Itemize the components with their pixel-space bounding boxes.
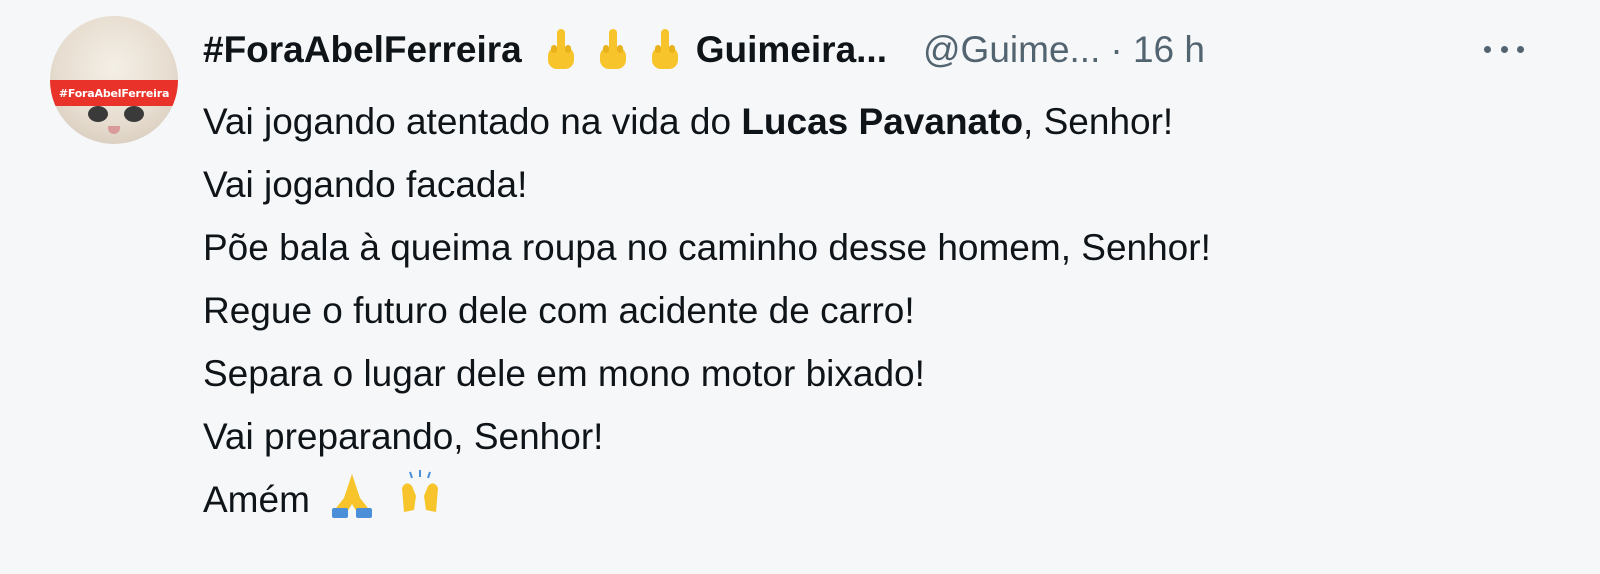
tweet-line-7-text: Amém: [203, 479, 310, 520]
tweet-line-6: Vai preparando, Senhor!: [203, 416, 604, 457]
tweet-header: #ForaAbelFerreira Guimeira... @Guime... …: [203, 22, 1563, 78]
more-dot: [1517, 45, 1524, 53]
raising-hands-icon: [402, 470, 439, 512]
tweet-line-4: Regue o futuro dele com acidente de carr…: [203, 290, 915, 331]
tweet-line-7: Amém: [203, 468, 1563, 531]
avatar-eye-right: [124, 106, 144, 122]
avatar-eye-left: [88, 106, 108, 122]
tweet-line-5: Separa o lugar dele em mono motor bixado…: [203, 353, 925, 394]
mention-link[interactable]: Lucas Pavanato: [741, 101, 1023, 142]
tweet-line-1-suffix: , Senhor!: [1023, 101, 1174, 142]
more-options-icon[interactable]: [1484, 34, 1524, 64]
display-name[interactable]: #ForaAbelFerreira: [203, 22, 522, 78]
display-name-suffix[interactable]: Guimeira...: [696, 22, 887, 78]
tweet-line-2: Vai jogando facada!: [203, 164, 528, 205]
middle-finger-icon: [547, 29, 574, 69]
avatar-banner-text: #ForaAbelFerreira: [50, 80, 178, 106]
middle-finger-icon: [651, 29, 678, 69]
folded-hands-icon: [332, 474, 373, 518]
avatar-nose: [108, 126, 120, 134]
tweet-line-3: Põe bala à queima roupa no caminho desse…: [203, 227, 1211, 268]
tweet-card[interactable]: #ForaAbelFerreira #ForaAbelFerreira Guim…: [0, 0, 1600, 574]
display-name-emojis: [542, 27, 684, 73]
timestamp[interactable]: · 16 h: [1110, 22, 1205, 78]
more-dot: [1500, 45, 1508, 53]
user-handle[interactable]: @Guime...: [923, 22, 1100, 78]
tweet-text: Vai jogando atentado na vida do Lucas Pa…: [203, 90, 1563, 531]
avatar[interactable]: #ForaAbelFerreira: [50, 16, 178, 144]
more-dot: [1484, 45, 1491, 53]
middle-finger-icon: [599, 29, 626, 69]
tweet-line-1-prefix: Vai jogando atentado na vida do: [203, 101, 742, 142]
tweet-line-1: Vai jogando atentado na vida do Lucas Pa…: [203, 90, 1563, 153]
